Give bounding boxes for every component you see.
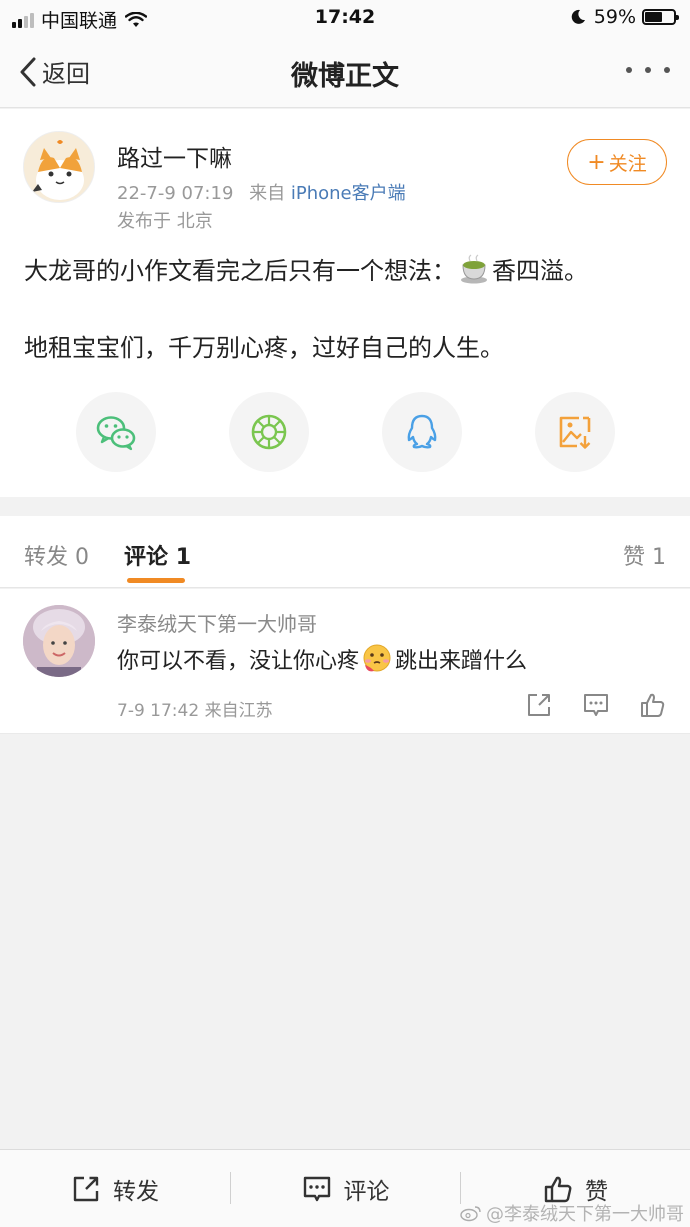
tea-emoji-icon xyxy=(461,254,487,283)
comment-repost-button[interactable] xyxy=(525,691,557,723)
share-wechat-button[interactable] xyxy=(76,392,156,472)
more-button[interactable] xyxy=(626,56,670,84)
comment-icon xyxy=(303,1176,330,1202)
comment-like-button[interactable] xyxy=(638,691,670,723)
author-avatar[interactable] xyxy=(23,131,95,203)
tab-comments-label: 评论 xyxy=(124,545,169,570)
follow-label: 关注 xyxy=(608,152,647,175)
wechat-icon xyxy=(96,416,136,451)
share-moments-button[interactable] xyxy=(229,392,309,472)
battery-percent: 59% xyxy=(593,6,636,28)
plus-icon: + xyxy=(587,149,606,175)
comment-meta: 7-9 17:42 来自江苏 xyxy=(117,701,273,721)
comment-item: 李泰绒天下第一大帅哥 你可以不看，没让你心疼 跳出来蹭什么 7-9 17:42 … xyxy=(0,589,690,734)
tab-comments-count: 1 xyxy=(175,545,191,570)
share-out-icon xyxy=(73,1176,99,1202)
qq-icon xyxy=(407,414,437,449)
post-source[interactable]: iPhone客户端 xyxy=(291,183,406,204)
author-name[interactable]: 路过一下嘛 xyxy=(117,139,232,173)
commenter-avatar[interactable] xyxy=(23,605,95,677)
repost-button[interactable]: 转发 xyxy=(0,1150,230,1227)
tab-comments[interactable]: 评论 1 xyxy=(124,539,191,571)
thinking-emoji-icon xyxy=(363,644,391,672)
tab-repost[interactable]: 转发 0 xyxy=(24,539,89,571)
post-text-line-2: 地租宝宝们，千万别心疼，过好自己的人生。 xyxy=(24,334,504,362)
repost-label: 转发 xyxy=(113,1179,159,1205)
comment-text: 你可以不看，没让你心疼 跳出来蹭什么 xyxy=(117,643,527,675)
more-dot-icon xyxy=(626,67,632,73)
status-right: 59% xyxy=(570,6,679,28)
post-date: 22-7-9 07:19 xyxy=(117,183,234,204)
post-text-line-1: 大龙哥的小作文看完之后只有一个想法： 香四溢。 xyxy=(24,251,588,286)
follow-button[interactable]: + 关注 xyxy=(567,139,667,185)
battery-icon xyxy=(642,9,679,25)
watermark: @李泰绒天下第一大帅哥 xyxy=(460,1200,684,1226)
post-meta: 22-7-9 07:19 来自 iPhone客户端 xyxy=(117,179,406,205)
comment-text-part: 跳出来蹭什么 xyxy=(395,649,528,674)
active-tab-indicator xyxy=(127,578,185,583)
battery-fill xyxy=(645,12,662,22)
share-out-icon xyxy=(528,694,550,716)
share-qq-button[interactable] xyxy=(382,392,462,472)
moments-icon xyxy=(251,414,287,450)
moon-icon xyxy=(571,9,585,24)
source-prefix: 来自 xyxy=(249,183,286,204)
cat-avatar-icon xyxy=(24,132,94,202)
post-text-part: 大龙哥的小作文看完之后只有一个想法： xyxy=(24,257,456,285)
more-dot-icon xyxy=(664,67,670,73)
tab-likes[interactable]: 赞 1 xyxy=(623,539,666,571)
commenter-name[interactable]: 李泰绒天下第一大帅哥 xyxy=(117,608,317,637)
watermark-text: @李泰绒天下第一大帅哥 xyxy=(486,1204,684,1225)
more-dot-icon xyxy=(645,67,651,73)
comment-reply-button[interactable] xyxy=(582,691,614,723)
comment-icon xyxy=(584,694,608,716)
page-title: 微博正文 xyxy=(291,61,399,92)
nav-bar: 返回 微博正文 xyxy=(0,36,690,108)
weibo-logo-icon xyxy=(460,1206,481,1222)
comment-text-part: 你可以不看，没让你心疼 xyxy=(117,649,360,674)
save-image-icon xyxy=(559,416,591,449)
post-location: 发布于 北京 xyxy=(117,211,213,232)
comment-button[interactable]: 评论 xyxy=(231,1150,460,1227)
thumbs-up-icon xyxy=(641,693,665,717)
status-bar: 中国联通 17:42 59% xyxy=(0,0,690,36)
post-card: 路过一下嘛 22-7-9 07:19 来自 iPhone客户端 发布于 北京 +… xyxy=(0,109,690,497)
comment-label: 评论 xyxy=(343,1179,390,1205)
person-avatar-icon xyxy=(23,605,95,677)
save-image-button[interactable] xyxy=(535,392,615,472)
interaction-tabs: 转发 0 评论 1 赞 1 xyxy=(0,516,690,588)
post-text-part: 香四溢。 xyxy=(492,257,588,285)
